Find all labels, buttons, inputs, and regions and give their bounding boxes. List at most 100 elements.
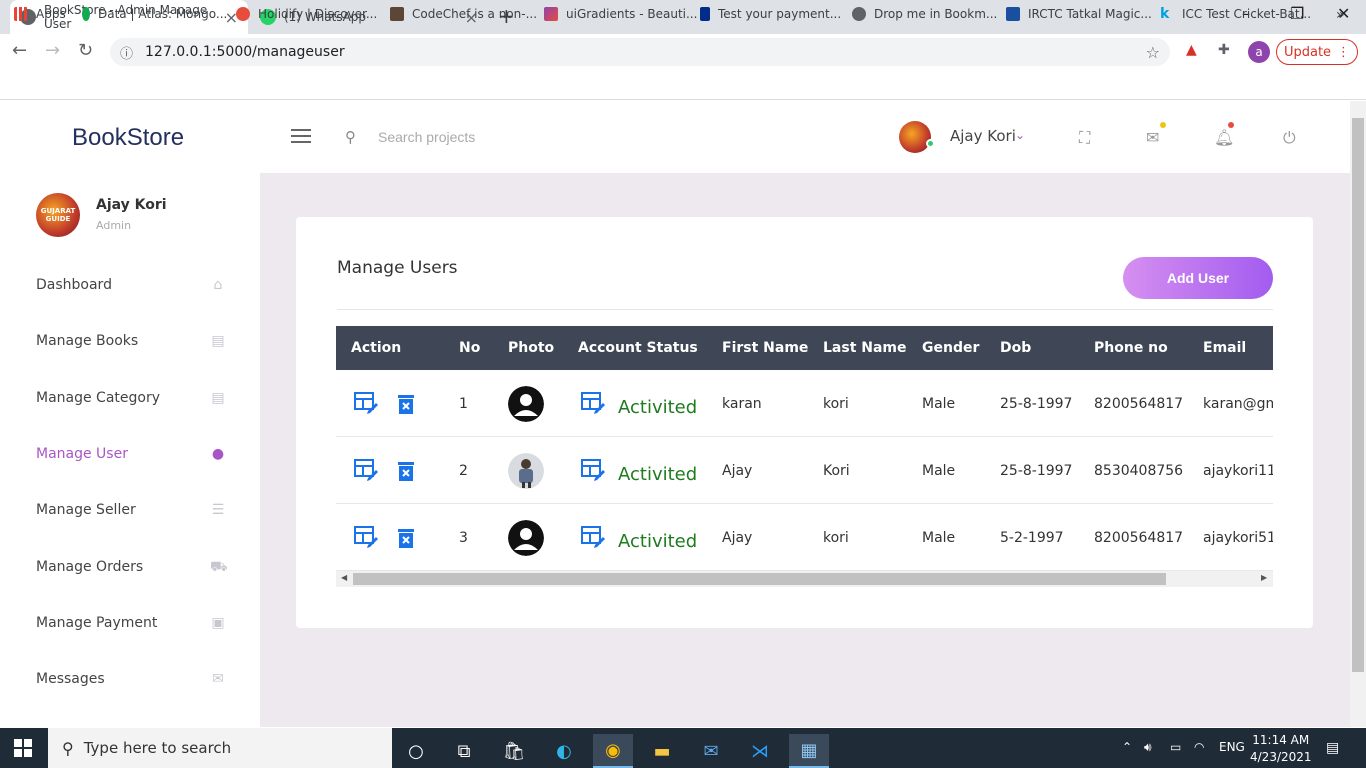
cortana-icon[interactable]: ○ xyxy=(396,734,436,768)
sidebar-item-dashboard[interactable]: Dashboard ⌂ xyxy=(36,273,226,297)
info-icon[interactable]: ⓘ xyxy=(120,43,133,62)
bookmark-uigradients[interactable]: uiGradients - Beauti... xyxy=(544,7,697,21)
bookmark-payment[interactable]: Test your payment... xyxy=(700,7,841,21)
status-badge: Activited xyxy=(618,464,698,485)
codechef-icon xyxy=(390,7,404,21)
delete-icon[interactable] xyxy=(398,461,414,481)
last-name: kori xyxy=(823,530,849,546)
store-icon[interactable]: 🛍︎ xyxy=(494,734,534,768)
status-badge: Activited xyxy=(618,531,698,552)
back-icon[interactable]: ← xyxy=(12,40,27,61)
menu-label: Messages xyxy=(36,671,105,687)
chevron-up-icon[interactable]: ⌃ xyxy=(1122,740,1132,754)
hamburger-menu-icon[interactable] xyxy=(291,129,311,145)
windows-start-icon[interactable] xyxy=(14,739,32,757)
address-bar[interactable]: ⓘ 127.0.0.1:5000/manageuser ☆ xyxy=(110,38,1170,66)
profile-avatar[interactable]: a xyxy=(1248,41,1270,63)
sidebar-item-manage-orders[interactable]: Manage Orders ⛟ xyxy=(36,555,228,579)
chrome-icon[interactable]: ◉ xyxy=(593,734,633,768)
taskbar-clock[interactable]: 11:14 AM 4/23/2021 xyxy=(1250,732,1312,766)
file-explorer-icon[interactable]: ▬ xyxy=(642,734,682,768)
user-icon: ● xyxy=(211,446,225,462)
app-window-icon[interactable]: ▦ xyxy=(789,734,829,768)
globe-icon xyxy=(852,7,866,21)
menu-label: Manage User xyxy=(36,446,128,462)
more-bookmarks-icon[interactable]: » xyxy=(1336,7,1345,23)
bookmark-irctc[interactable]: IRCTC Tatkal Magic... xyxy=(1006,7,1152,21)
bookmark-label: Apps xyxy=(36,7,66,21)
wifi-icon[interactable]: ◠ xyxy=(1194,740,1204,754)
power-icon[interactable]: ⏻ xyxy=(1283,128,1296,148)
delete-icon[interactable] xyxy=(398,528,414,548)
header-user-name[interactable]: Ajay Kori xyxy=(950,127,1016,145)
scrollbar-thumb[interactable] xyxy=(353,573,1166,585)
brand-logo[interactable]: BookStore xyxy=(72,124,184,152)
extension-icon[interactable]: ▲ xyxy=(1186,42,1197,58)
bookmark-label: ICC Test Cricket-Bat... xyxy=(1182,7,1312,21)
sidebar-item-manage-user[interactable]: Manage User ● xyxy=(36,442,226,466)
first-name: Ajay xyxy=(722,463,753,479)
sidebar-item-messages[interactable]: Messages ✉ xyxy=(36,667,226,691)
sidebar-item-manage-seller[interactable]: Manage Seller ☰ xyxy=(36,498,226,522)
bookmark-apps[interactable]: Apps xyxy=(14,7,66,21)
taskbar-search[interactable]: ⚲ Type here to search xyxy=(48,728,392,768)
scroll-left-icon[interactable]: ◀ xyxy=(341,573,347,582)
bookmark-label: CodeChef is a non-... xyxy=(412,7,538,21)
mail-app-icon[interactable]: ✉ xyxy=(691,734,731,768)
bookmark-atlas[interactable]: Data | Atlas: Mongo... xyxy=(82,7,227,21)
edit-icon[interactable] xyxy=(354,526,378,548)
gender: Male xyxy=(922,396,956,412)
delete-icon[interactable] xyxy=(398,394,414,414)
battery-icon[interactable]: ▭ xyxy=(1170,740,1181,754)
last-name: Kori xyxy=(823,463,850,479)
col-phone: Phone no xyxy=(1094,340,1168,356)
language-indicator[interactable]: ENG xyxy=(1219,740,1245,754)
reload-icon[interactable]: ↻ xyxy=(78,40,93,61)
add-user-button[interactable]: Add User xyxy=(1123,257,1273,299)
first-name: karan xyxy=(722,396,762,412)
scroll-right-icon[interactable]: ▶ xyxy=(1261,573,1267,582)
email: ajaykori113@gmail.com xyxy=(1203,463,1273,479)
bell-icon[interactable]: 🔔︎ xyxy=(1214,128,1234,147)
edit-status-icon[interactable] xyxy=(581,392,605,414)
edit-icon[interactable] xyxy=(354,392,378,414)
bookmark-icc[interactable]: k ICC Test Cricket-Bat... xyxy=(1160,7,1311,21)
update-button[interactable]: Update ⋮ xyxy=(1276,39,1358,65)
chevron-down-icon[interactable]: ⌄ xyxy=(1015,128,1025,142)
row-no: 1 xyxy=(459,396,468,412)
puzzle-icon[interactable]: ✚ xyxy=(1218,42,1230,58)
email: ajaykori513@gmail.com xyxy=(1203,530,1273,546)
edit-status-icon[interactable] xyxy=(581,526,605,548)
search-input[interactable] xyxy=(378,124,578,150)
sidebar-item-manage-category[interactable]: Manage Category ▤ xyxy=(36,386,226,410)
edit-icon[interactable] xyxy=(354,459,378,481)
page-scrollbar-thumb[interactable] xyxy=(1352,118,1364,672)
forward-icon[interactable]: → xyxy=(45,40,60,61)
row-no: 2 xyxy=(459,463,468,479)
bookmark-dropme[interactable]: Drop me in Bookm... xyxy=(852,7,997,21)
bookmark-label: Drop me in Bookm... xyxy=(874,7,998,21)
edit-status-icon[interactable] xyxy=(581,459,605,481)
sidebar-avatar: GUJARAT GUIDE xyxy=(36,193,80,237)
vscode-icon[interactable]: ⋊ xyxy=(740,734,780,768)
phone: 8530408756 xyxy=(1094,463,1184,479)
col-account-status: Account Status xyxy=(578,340,698,356)
home-icon: ⌂ xyxy=(213,277,223,293)
task-view-icon[interactable]: ⧉ xyxy=(444,734,484,768)
mail-icon[interactable]: ✉ xyxy=(1146,128,1159,147)
volume-icon[interactable]: 🔊︎ xyxy=(1144,740,1152,755)
col-action: Action xyxy=(351,340,402,356)
sidebar-item-manage-payment[interactable]: Manage Payment ▣ xyxy=(36,611,226,635)
dob: 25-8-1997 xyxy=(1000,396,1073,412)
bookmark-star-icon[interactable]: ☆ xyxy=(1146,43,1160,62)
fullscreen-icon[interactable]: ⛶ xyxy=(1079,128,1090,148)
bookmark-codechef[interactable]: CodeChef is a non-... xyxy=(390,7,537,21)
sidebar-item-manage-books[interactable]: Manage Books ▤ xyxy=(36,329,226,353)
gender: Male xyxy=(922,463,956,479)
edge-icon[interactable]: ◐ xyxy=(544,734,584,768)
uigradients-icon xyxy=(544,7,558,21)
bookmark-holidify[interactable]: Holidify | Discover... xyxy=(236,7,377,21)
header-avatar[interactable] xyxy=(899,121,931,153)
mail-icon: ✉ xyxy=(212,671,224,687)
notification-center-icon[interactable]: ▤ xyxy=(1326,740,1339,756)
